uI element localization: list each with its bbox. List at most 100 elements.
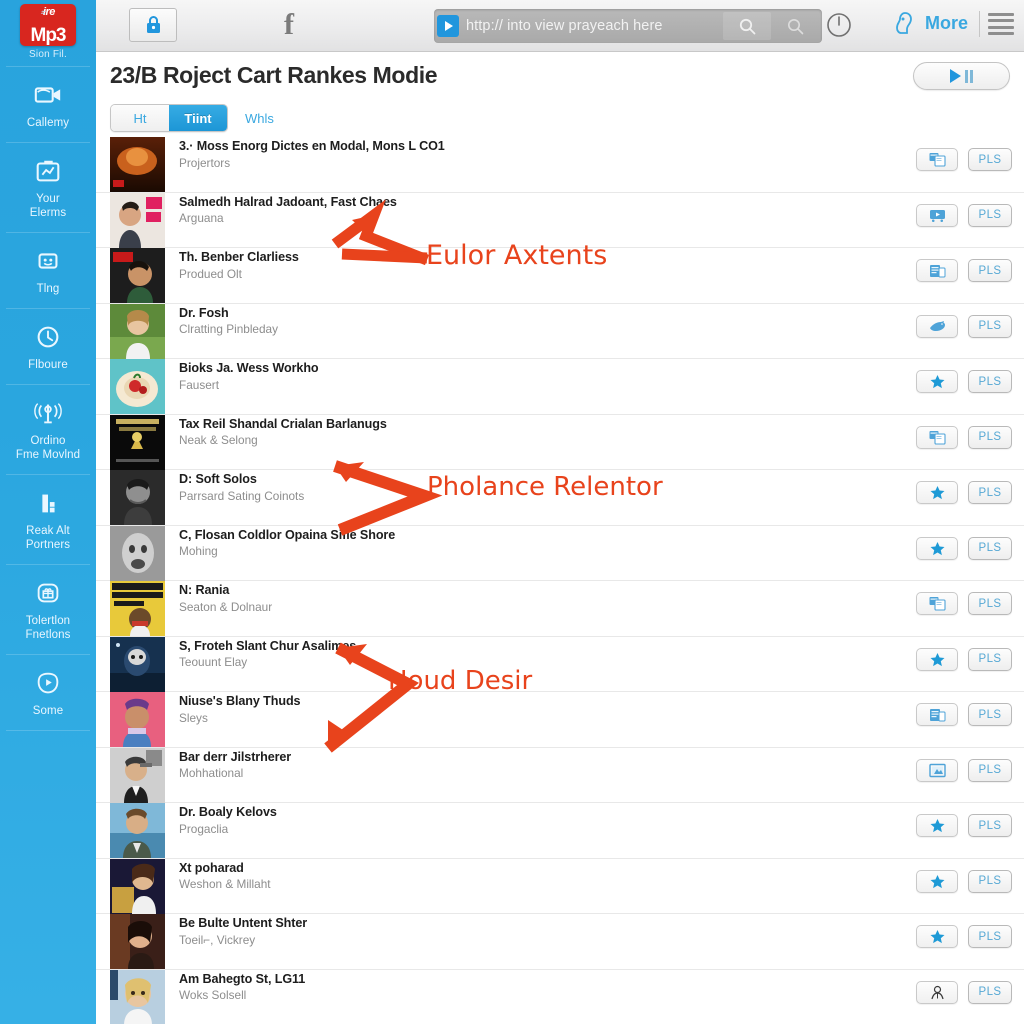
- track-row[interactable]: Am Bahegto St, LG11 Woks Solsell PLS: [96, 969, 1024, 1024]
- track-row[interactable]: Dr. Fosh Clratting Pinbleday PLS: [96, 303, 1024, 359]
- clock-button[interactable]: [826, 12, 852, 38]
- sidebar-label: Tolertlon Fnetlons: [4, 614, 92, 642]
- pls-button[interactable]: PLS: [968, 370, 1012, 393]
- pls-button[interactable]: PLS: [968, 259, 1012, 282]
- play-pause-button[interactable]: [913, 62, 1010, 90]
- track-row[interactable]: Bioks Ja. Wess Workho Fausert PLS: [96, 359, 1024, 415]
- track-actions: PLS: [916, 925, 1012, 948]
- pls-button[interactable]: PLS: [968, 536, 1012, 560]
- lock-button[interactable]: [129, 8, 177, 42]
- track-subtitle: Weshon & Millaht: [179, 877, 271, 891]
- star-icon: [930, 486, 944, 500]
- sidebar-item-reak-alt-portners[interactable]: Reak Alt Portners: [0, 475, 96, 564]
- video-player-button[interactable]: [916, 203, 958, 227]
- go-arrow-icon[interactable]: [437, 15, 459, 37]
- track-row[interactable]: C, Flosan Coldlor Opaina Sifle Shore Mohi…: [96, 525, 1024, 581]
- pls-button[interactable]: PLS: [968, 980, 1012, 1004]
- sidebar-label: Ordino Fme Movlnd: [4, 434, 92, 462]
- track-text: N: Rania Seaton & Dolnaur: [179, 581, 1024, 614]
- pls-button[interactable]: PLS: [968, 425, 1012, 449]
- track-actions: PLS: [916, 536, 1012, 560]
- track-title: S, Froteh Slant Chur Asalimes: [179, 638, 357, 653]
- pls-button[interactable]: PLS: [968, 703, 1012, 726]
- track-actions: PLS: [916, 592, 1012, 615]
- folder-doc-button[interactable]: [916, 259, 958, 282]
- track-title: 3.· Moss Enorg Dictes en Modal, Mons L C…: [179, 139, 445, 153]
- track-text: Xt poharad Weshon & Millaht: [179, 859, 1024, 892]
- star-button[interactable]: [916, 814, 958, 837]
- search-button-primary[interactable]: [723, 12, 771, 40]
- person-sketch-button[interactable]: [916, 980, 958, 1004]
- track-title: Tax Reil Shandal Crialan Barlanugs: [179, 416, 387, 431]
- sidebar-label-line2: Elerms: [29, 207, 67, 219]
- pls-button[interactable]: PLS: [968, 148, 1012, 171]
- document-copy-button[interactable]: [916, 148, 958, 171]
- pls-button[interactable]: PLS: [968, 925, 1012, 948]
- picture-frame-icon: [928, 763, 946, 777]
- url-input[interactable]: http:// into view prayeach here: [466, 18, 723, 34]
- star-button[interactable]: [916, 647, 958, 671]
- tab-tiint[interactable]: Tiint: [169, 105, 227, 131]
- track-row[interactable]: Tax Reil Shandal Crialan Barlanugs Neak &…: [96, 414, 1024, 470]
- logo-caption: Sion Fil.: [29, 49, 67, 60]
- pls-button[interactable]: PLS: [968, 592, 1012, 615]
- facebook-icon[interactable]: f: [284, 10, 294, 40]
- track-row[interactable]: Niuse's Blany Thuds Sleys PLS: [96, 692, 1024, 748]
- star-button[interactable]: [916, 370, 958, 393]
- star-button[interactable]: [916, 481, 958, 504]
- sidebar-label: Reak Alt Portners: [4, 524, 92, 552]
- track-actions: PLS: [916, 203, 1012, 227]
- sidebar-item-tolertlon-fnetlons[interactable]: Tolertlon Fnetlons: [0, 565, 96, 654]
- track-row[interactable]: S, Froteh Slant Chur Asalimes Teouunt Ela…: [96, 636, 1024, 692]
- bird-icon: [929, 320, 945, 331]
- app-logo[interactable]: ≈ire Mp3 Sion Fil.: [0, 0, 96, 66]
- track-text: Salmedh Halrad Jadoant, Fast Chaes Arguan…: [179, 193, 1024, 226]
- track-row[interactable]: Bar derr Jilstrherer Mohhational PLS: [96, 747, 1024, 803]
- document-copy-button[interactable]: [916, 425, 958, 449]
- briefcase-chart-icon: [33, 157, 63, 185]
- track-row[interactable]: N: Rania Seaton & Dolnaur PLS: [96, 581, 1024, 637]
- sidebar-label-line1: Reak Alt: [26, 525, 70, 537]
- folder-doc-button[interactable]: [916, 703, 958, 726]
- track-title: Salmedh Halrad Jadoant, Fast Chaes: [179, 194, 397, 209]
- track-row[interactable]: 3.· Moss Enorg Dictes en Modal, Mons L C…: [96, 137, 1024, 193]
- track-row[interactable]: Be Bulte Untent Shter Toeil⌐, Vickrey PLS: [96, 914, 1024, 970]
- hamburger-menu-icon[interactable]: [988, 13, 1014, 35]
- logo-box: ≈ire Mp3: [20, 4, 76, 46]
- sidebar-label: Flboure: [28, 359, 68, 371]
- url-bar[interactable]: http:// into view prayeach here: [434, 9, 822, 43]
- sidebar-item-some[interactable]: Some: [0, 655, 96, 730]
- track-text: Dr. Fosh Clratting Pinbleday: [179, 304, 1024, 337]
- search-button-secondary[interactable]: [771, 12, 819, 40]
- pls-button[interactable]: PLS: [968, 481, 1012, 504]
- clock-icon: [827, 13, 851, 37]
- track-actions: PLS: [916, 314, 1012, 338]
- star-button[interactable]: [916, 536, 958, 560]
- more-button[interactable]: More: [892, 10, 968, 36]
- pls-button[interactable]: PLS: [968, 814, 1012, 837]
- picture-frame-button[interactable]: [916, 758, 958, 782]
- pls-button[interactable]: PLS: [968, 203, 1012, 227]
- track-row[interactable]: Dr. Boaly Kelovs Progaclia PLS: [96, 803, 1024, 859]
- tab-ht[interactable]: Ht: [111, 105, 169, 131]
- track-actions: PLS: [916, 370, 1012, 393]
- pls-button[interactable]: PLS: [968, 647, 1012, 671]
- track-row[interactable]: Xt poharad Weshon & Millaht PLS: [96, 858, 1024, 914]
- track-text: S, Froteh Slant Chur Asalimes Teouunt Ela…: [179, 637, 1024, 670]
- star-button[interactable]: [916, 869, 958, 893]
- pls-button[interactable]: PLS: [968, 758, 1012, 782]
- sidebar-item-your-elerms[interactable]: Your Elerms: [0, 143, 96, 232]
- sidebar-item-tlng[interactable]: Tlng: [0, 233, 96, 308]
- tab-link-whls[interactable]: Whls: [245, 111, 274, 126]
- bird-button[interactable]: [916, 314, 958, 338]
- document-copy-button[interactable]: [916, 592, 958, 615]
- star-button[interactable]: [916, 925, 958, 948]
- document-copy-icon: [929, 430, 946, 445]
- pls-button[interactable]: PLS: [968, 314, 1012, 338]
- pls-button[interactable]: PLS: [968, 869, 1012, 893]
- track-subtitle: Seaton & Dolnaur: [179, 599, 273, 614]
- sidebar-item-callemy[interactable]: Callemy: [0, 67, 96, 142]
- sidebar-label: Your Elerms: [4, 192, 92, 220]
- sidebar-item-ordino-fme-movlnd[interactable]: Ordino Fme Movlnd: [0, 385, 96, 474]
- sidebar-item-flboure[interactable]: Flboure: [0, 309, 96, 384]
